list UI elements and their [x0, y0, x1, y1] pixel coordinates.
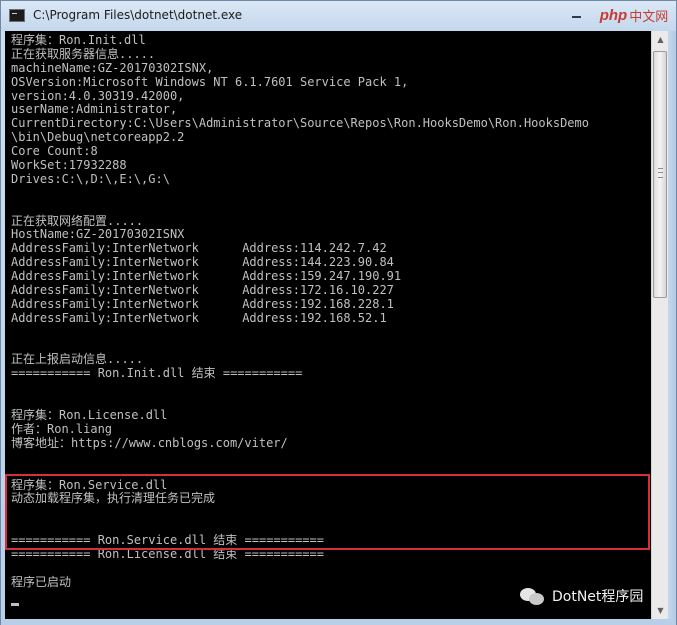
watermark-suffix: 中文网 — [629, 9, 669, 25]
console-line: userName:Administrator, — [11, 102, 178, 117]
console-line: AddressFamily:InterNetwork Address:114.2… — [11, 241, 387, 256]
console-line: CurrentDirectory:C:\Users\Administrator\… — [11, 116, 589, 131]
watermark-brand: php — [599, 6, 628, 24]
console-line: AddressFamily:InterNetwork Address:144.2… — [11, 255, 394, 270]
console-line: WorkSet:17932288 — [11, 158, 127, 173]
console-line: 博客地址：https://www.cnblogs.com/viter/ — [11, 435, 288, 450]
console-line: AddressFamily:InterNetwork Address:159.2… — [11, 269, 402, 284]
console-line: 正在获取服务器信息..... — [11, 46, 156, 61]
console-line: \bin\Debug\netcoreapp2.2 — [11, 130, 185, 145]
console-line: 正在上报启动信息..... — [11, 352, 144, 367]
brand-overlay: DotNet程序园 — [520, 584, 643, 608]
window-title: C:\Program Files\dotnet\dotnet.exe — [33, 8, 243, 22]
console-line: OSVersion:Microsoft Windows NT 6.1.7601 … — [11, 74, 409, 89]
highlight-box — [5, 474, 650, 550]
console-line: AddressFamily:InterNetwork Address:192.1… — [11, 296, 394, 311]
vertical-scrollbar[interactable]: ▲ ▼ — [651, 31, 669, 619]
minimize-button[interactable] — [569, 7, 585, 21]
wechat-icon — [520, 586, 546, 606]
console-line: machineName:GZ-20170302ISNX, — [11, 60, 214, 75]
console-line: 程序集：Ron.Init.dll — [11, 33, 146, 47]
console-line: AddressFamily:InterNetwork Address:172.1… — [11, 283, 394, 298]
title-bar[interactable]: C:\Program Files\dotnet\dotnet.exe php 中… — [1, 1, 676, 31]
php-cn-watermark: php 中文网 — [593, 2, 675, 28]
console-line: 程序集：Ron.License.dll — [11, 408, 168, 423]
console-line: =========== Ron.License.dll 结束 =========… — [11, 546, 324, 561]
scroll-up-icon[interactable]: ▲ — [652, 31, 669, 48]
console-line: Core Count:8 — [11, 144, 98, 159]
console-line: version:4.0.30319.42000, — [11, 88, 185, 103]
window-frame-bottom — [1, 619, 676, 625]
console-line: 作者：Ron.liang — [11, 421, 113, 436]
grip-icon — [658, 168, 663, 178]
console-app-icon[interactable] — [9, 9, 25, 22]
brand-text: DotNet程序园 — [552, 589, 644, 605]
text-cursor — [11, 603, 19, 606]
scroll-down-icon[interactable]: ▼ — [652, 602, 669, 619]
console-window: C:\Program Files\dotnet\dotnet.exe php 中… — [0, 0, 677, 625]
console-line: 程序已启动 — [11, 574, 72, 589]
console-line: HostName:GZ-20170302ISNX — [11, 227, 185, 242]
window-frame-right — [668, 31, 676, 624]
console-line: AddressFamily:InterNetwork Address:192.1… — [11, 310, 387, 325]
scroll-thumb[interactable] — [653, 51, 667, 298]
console-line: =========== Ron.Init.dll 结束 =========== — [11, 366, 303, 381]
console-line: 正在获取网络配置..... — [11, 213, 144, 228]
console-line: Drives:C:\,D:\,E:\,G:\ — [11, 171, 170, 186]
